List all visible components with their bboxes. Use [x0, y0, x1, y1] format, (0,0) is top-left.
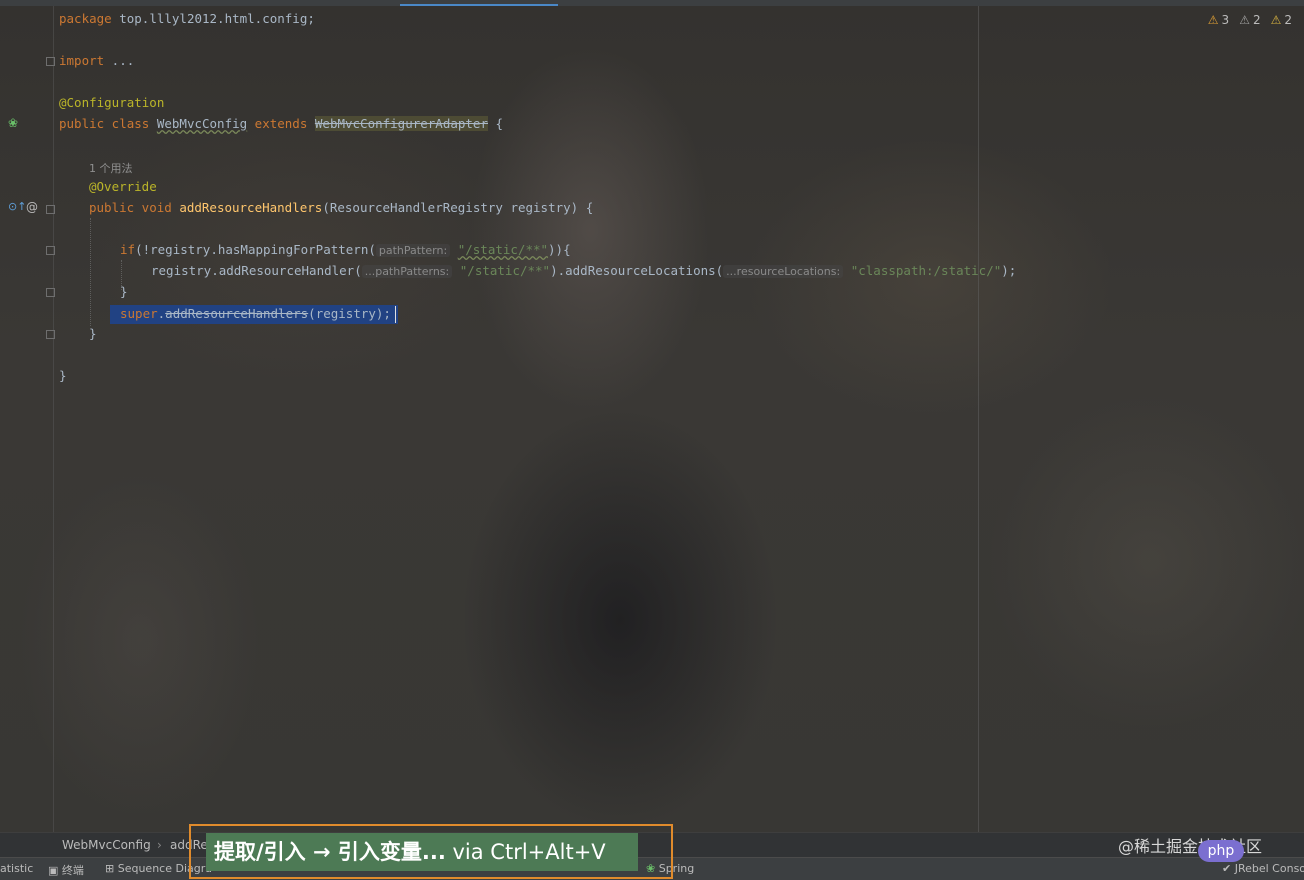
- fold-import-icon[interactable]: [46, 57, 55, 66]
- shortcut-hint: 提取/引入 → 引入变量... via Ctrl+Alt+V: [206, 833, 638, 871]
- code-line-import[interactable]: import ...: [59, 52, 134, 70]
- string-literal: "/static/**": [457, 242, 549, 257]
- keyword: if: [120, 242, 136, 257]
- code-line-class-declaration[interactable]: public class WebMvcConfig extends WebMvc…: [59, 115, 503, 133]
- folded-imports[interactable]: ...: [104, 53, 135, 68]
- statement-end: );: [1001, 263, 1017, 278]
- active-tab-indicator[interactable]: [400, 4, 558, 6]
- fold-method-end-icon[interactable]: [46, 330, 55, 339]
- sequence-diagram-icon: ⊞: [105, 862, 118, 875]
- gutter-divider: [53, 6, 54, 832]
- right-margin-guide: [978, 6, 979, 832]
- keyword: extends: [247, 116, 315, 131]
- brace: {: [487, 116, 504, 131]
- method-call: ).addResourceLocations(: [550, 263, 724, 278]
- brace: }: [89, 326, 97, 341]
- package-name: top.lllyl2012.html.config;: [111, 11, 315, 26]
- weak-warning-icon-group[interactable]: ⚠ 2: [1239, 13, 1260, 27]
- string-literal: "classpath:/static/": [850, 263, 1002, 278]
- usages-hint[interactable]: 1 个用法: [89, 160, 133, 176]
- parameter-hint: ...pathPatterns:: [361, 265, 453, 278]
- jrebel-icon: ✔: [1222, 862, 1235, 875]
- annotation-marker-icon[interactable]: @: [26, 200, 38, 214]
- keyword: package: [59, 11, 112, 26]
- keyword: public void: [89, 200, 180, 215]
- code-line-method-declaration[interactable]: public void addResourceHandlers(Resource…: [89, 199, 593, 217]
- fold-if-end-icon[interactable]: [46, 288, 55, 297]
- typo-icon-group[interactable]: ⚠ 2: [1271, 13, 1292, 27]
- warning-icon: ⚠: [1207, 13, 1219, 27]
- code-line-if[interactable]: if(!registry.hasMappingForPattern(pathPa…: [120, 241, 571, 260]
- brace: }: [120, 284, 128, 299]
- typo-icon: ⚠: [1270, 13, 1282, 27]
- weak-warning-icon: ⚠: [1239, 13, 1250, 27]
- method-name[interactable]: addResourceHandlers: [179, 200, 322, 215]
- terminal-tab[interactable]: ▣ 终端: [48, 862, 84, 878]
- keyword: import: [59, 53, 105, 68]
- method-call: registry.addResourceHandler(: [151, 263, 362, 278]
- breadcrumb-separator: ›: [157, 838, 162, 852]
- statistic-tab[interactable]: atistic: [0, 862, 33, 875]
- annotation: @Configuration: [59, 95, 165, 110]
- code-line-class-close[interactable]: }: [59, 367, 67, 385]
- deprecated-superclass[interactable]: WebMvcConfigurerAdapter: [314, 116, 488, 131]
- breadcrumb-class[interactable]: WebMvcConfig: [62, 838, 151, 852]
- inspection-widget[interactable]: ⚠ 3 ⚠ 2 ⚠ 2: [1208, 13, 1292, 27]
- overrides-method-icon[interactable]: ⊙↑: [8, 200, 26, 213]
- call-args: (registry);: [308, 306, 391, 321]
- keyword: super: [120, 306, 158, 321]
- string-literal: "/static/**": [459, 263, 551, 278]
- code-line-super-call[interactable]: super.addResourceHandlers(registry);: [120, 305, 391, 323]
- parameter-hint: ...resourceLocations:: [723, 265, 844, 278]
- annotation: @Override: [89, 179, 157, 194]
- code-line-annotation-configuration[interactable]: @Configuration: [59, 94, 164, 112]
- keyword: public class: [59, 116, 157, 131]
- shortcut-hint-action: 提取/引入 → 引入变量...: [214, 840, 446, 864]
- code-line-package[interactable]: package top.lllyl2012.html.config;: [59, 10, 315, 28]
- code-line-if-close[interactable]: }: [120, 283, 128, 301]
- jrebel-console-tab[interactable]: ✔ JRebel Consol: [1222, 862, 1304, 875]
- warning-icon-group[interactable]: ⚠ 3: [1208, 13, 1229, 27]
- code-line-method-close[interactable]: }: [89, 325, 97, 343]
- fold-method-icon[interactable]: [46, 205, 55, 214]
- indent-guide: [90, 218, 91, 326]
- if-expression: (!registry.hasMappingForPattern(: [135, 242, 376, 257]
- terminal-icon: ▣: [48, 864, 62, 877]
- class-name[interactable]: WebMvcConfig: [157, 116, 247, 131]
- code-line-annotation-override[interactable]: @Override: [89, 178, 157, 196]
- editor-tab-strip: [0, 0, 1304, 6]
- fold-if-icon[interactable]: [46, 246, 55, 255]
- spring-bean-icon[interactable]: ❀: [8, 116, 18, 130]
- deprecated-method-call[interactable]: addResourceHandlers: [165, 306, 308, 321]
- method-params: (ResourceHandlerRegistry registry) {: [322, 200, 594, 215]
- brace: }: [59, 368, 67, 383]
- parameter-hint: pathPattern:: [375, 244, 451, 257]
- php-watermark-badge: php: [1198, 840, 1244, 862]
- if-close: )){: [548, 242, 571, 257]
- code-line-registry-call[interactable]: registry.addResourceHandler(...pathPatte…: [151, 262, 1016, 281]
- shortcut-hint-keys: via Ctrl+Alt+V: [445, 840, 606, 864]
- text-caret: [395, 306, 396, 323]
